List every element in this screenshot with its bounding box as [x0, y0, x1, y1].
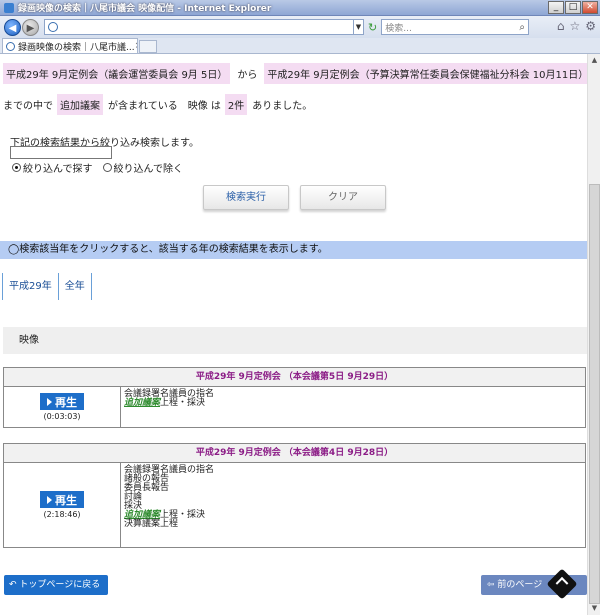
browser-search-placeholder: 検索...: [385, 23, 412, 34]
url-field[interactable]: ▼: [44, 19, 364, 35]
section-title: 映像: [3, 327, 587, 354]
play-button[interactable]: 再生: [40, 491, 84, 508]
range-from-word: から: [237, 70, 258, 81]
browser-tab[interactable]: 録画映像の検索｜八尾市議... ×: [2, 38, 138, 53]
result-count: 2件: [224, 94, 248, 115]
tab-close-icon[interactable]: ×: [135, 41, 137, 51]
keyword-highlight: 追加議案: [124, 398, 161, 408]
top-page-button[interactable]: ↶ トップページに戻る: [4, 575, 108, 595]
play-label: 再生: [55, 395, 77, 409]
refine-mode: 絞り込んで探す 絞り込んで除く: [12, 160, 183, 175]
prev-page-label: 前のページ: [497, 580, 543, 590]
agenda-list: 会議録署名議員の指名 諸般の報告 委員長報告 討論 採決 追加議案上程・採決 決…: [121, 463, 217, 547]
settings-gear-icon[interactable]: ⚙: [585, 19, 596, 33]
duration: (0:03:03): [43, 412, 81, 421]
site-favicon-icon: [48, 22, 58, 32]
play-icon: [47, 495, 52, 504]
result-table: 平成29年 9月定例会 （本会議第5日 9月29日） 再生 (0:03:03) …: [3, 367, 586, 428]
radio-include[interactable]: 絞り込んで探す: [12, 160, 93, 175]
scrollbar-thumb[interactable]: [589, 184, 600, 604]
url-dropdown-icon[interactable]: ▼: [353, 19, 363, 35]
result-heading: 平成29年 9月定例会 （本会議第5日 9月29日）: [4, 368, 585, 387]
forward-button[interactable]: ▶: [22, 18, 39, 36]
result-heading: 平成29年 9月定例会 （本会議第4日 9月28日）: [4, 444, 585, 463]
prev-arrow-icon: ⇦: [487, 580, 495, 590]
page-content: 平成29年 9月定例会（議会運営委員会 9月 5日） から 平成29年 9月定例…: [0, 54, 587, 615]
favorites-star-icon[interactable]: ☆: [569, 19, 580, 33]
address-bar: ◀ ▶ ▼ ↻ 検索... ⌕ ⌂ ☆ ⚙: [0, 16, 600, 38]
new-tab-button[interactable]: [139, 40, 157, 53]
play-icon: [47, 397, 52, 406]
window-title: 録画映像の検索｜八尾市議会 映像配信 - Internet Explorer: [18, 4, 272, 14]
top-page-label: トップページに戻る: [19, 580, 101, 590]
agenda-item-rest: 上程・採決: [160, 398, 206, 408]
play-cell: 再生 (2:18:46): [4, 463, 121, 547]
year-tab-h29[interactable]: 平成29年: [2, 273, 58, 300]
scroll-down-icon[interactable]: ▼: [588, 602, 600, 615]
vertical-scrollbar[interactable]: ▲ ▼: [587, 54, 600, 615]
radio-exclude-dot[interactable]: [102, 163, 112, 172]
minimize-button[interactable]: _: [548, 1, 564, 14]
search-range: 平成29年 9月定例会（議会運営委員会 9月 5日） から 平成29年 9月定例…: [3, 63, 587, 84]
year-tab-all[interactable]: 全年: [57, 273, 92, 300]
duration: (2:18:46): [43, 510, 81, 519]
year-tabs: 平成29年 全年: [2, 273, 92, 300]
result-prefix: までの中で: [3, 101, 53, 112]
home-icon[interactable]: ⌂: [557, 19, 565, 33]
search-button[interactable]: 検索実行: [203, 185, 289, 210]
maximize-button[interactable]: □: [565, 1, 581, 14]
play-cell: 再生 (0:03:03): [4, 387, 121, 427]
back-arrow-icon: ↶: [9, 580, 17, 590]
app-icon: [4, 2, 14, 13]
play-label: 再生: [55, 493, 77, 507]
result-body: 再生 (2:18:46) 会議録署名議員の指名 諸般の報告 委員長報告 討論 採…: [4, 463, 585, 547]
search-icon[interactable]: ⌕: [516, 22, 528, 33]
refresh-icon[interactable]: ↻: [368, 21, 377, 34]
back-button[interactable]: ◀: [4, 18, 21, 36]
agenda-item: 決算議案上程: [124, 519, 179, 529]
radio-exclude-label: 絞り込んで除く: [113, 164, 184, 175]
result-table: 平成29年 9月定例会 （本会議第4日 9月28日） 再生 (2:18:46) …: [3, 443, 586, 548]
range-to: 平成29年 9月定例会（予算決算常任委員会保健福祉分科会 10月11日）: [264, 63, 587, 84]
agenda-item-tagged: 追加議案上程・採決: [124, 399, 214, 408]
result-middle: が含まれている 映像 は: [108, 101, 221, 112]
radio-exclude[interactable]: 絞り込んで除く: [102, 160, 184, 175]
year-notice: ◯検索該当年をクリックすると、該当する年の検索結果を表示します。: [0, 241, 587, 259]
result-body: 再生 (0:03:03) 会議録署名議員の指名 追加議案上程・採決: [4, 387, 585, 427]
radio-include-label: 絞り込んで探す: [23, 164, 93, 175]
toolbar-icons: ⌂ ☆ ⚙: [557, 19, 596, 33]
clear-button[interactable]: クリア: [300, 185, 386, 210]
play-button[interactable]: 再生: [40, 393, 84, 410]
tab-label: 録画映像の検索｜八尾市議...: [18, 42, 135, 53]
range-from: 平成29年 9月定例会（議会運営委員会 9月 5日）: [3, 63, 231, 84]
window-controls: _ □ ✕: [548, 1, 598, 14]
result-summary: までの中で 追加議案 が含まれている 映像 は 2件 ありました。: [3, 94, 316, 115]
close-window-button[interactable]: ✕: [582, 1, 598, 14]
tab-favicon-icon: [6, 41, 15, 51]
browser-search-input[interactable]: 検索... ⌕: [381, 19, 530, 35]
tab-bar: 録画映像の検索｜八尾市議... ×: [0, 38, 600, 54]
window-titlebar: 録画映像の検索｜八尾市議会 映像配信 - Internet Explorer _…: [0, 0, 600, 16]
result-keyword: 追加議案: [57, 94, 103, 115]
refine-search-input[interactable]: [10, 146, 112, 159]
scroll-up-icon[interactable]: ▲: [588, 54, 600, 67]
agenda-list: 会議録署名議員の指名 追加議案上程・採決: [121, 387, 217, 427]
result-suffix: ありました。: [252, 101, 313, 112]
radio-include-dot[interactable]: [12, 163, 21, 172]
